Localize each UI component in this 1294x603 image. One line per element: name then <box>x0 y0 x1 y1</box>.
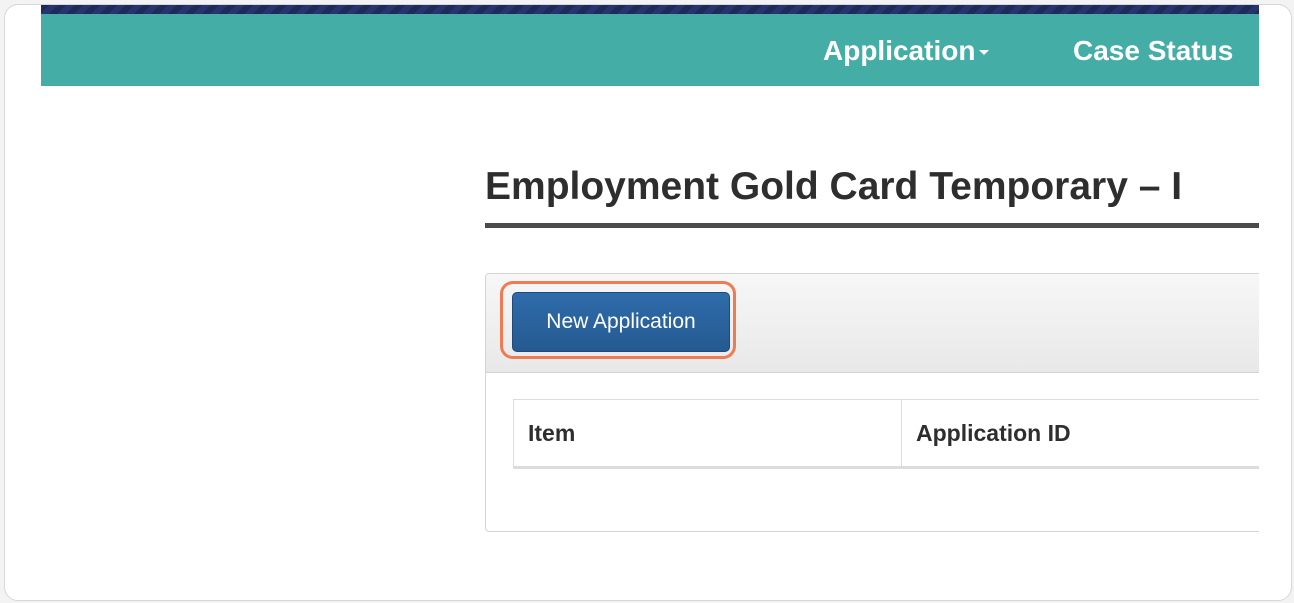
column-header-application-id: Application ID <box>901 399 1259 469</box>
column-header-item: Item <box>513 399 902 469</box>
table-header-row: Item Application ID <box>513 399 1259 469</box>
nav-application-label: Application <box>823 35 976 66</box>
nav-case-status[interactable]: Case Status <box>1073 35 1233 67</box>
applications-panel: New Application Item Application ID <box>485 273 1259 532</box>
header-strip <box>41 5 1259 14</box>
screenshot-frame: Application Case Status Employment Gold … <box>4 4 1292 601</box>
panel-heading: New Application <box>486 274 1259 373</box>
nav-case-status-label: Case Status <box>1073 35 1234 66</box>
applications-table: Item Application ID <box>513 399 1259 469</box>
chevron-down-icon <box>979 50 990 56</box>
top-navbar: Application Case Status <box>41 14 1259 86</box>
browser-viewport: Application Case Status Employment Gold … <box>41 5 1259 600</box>
title-divider <box>485 223 1259 228</box>
nav-application[interactable]: Application <box>823 35 990 67</box>
page-title: Employment Gold Card Temporary – I <box>485 165 1183 208</box>
new-application-button[interactable]: New Application <box>512 292 730 352</box>
